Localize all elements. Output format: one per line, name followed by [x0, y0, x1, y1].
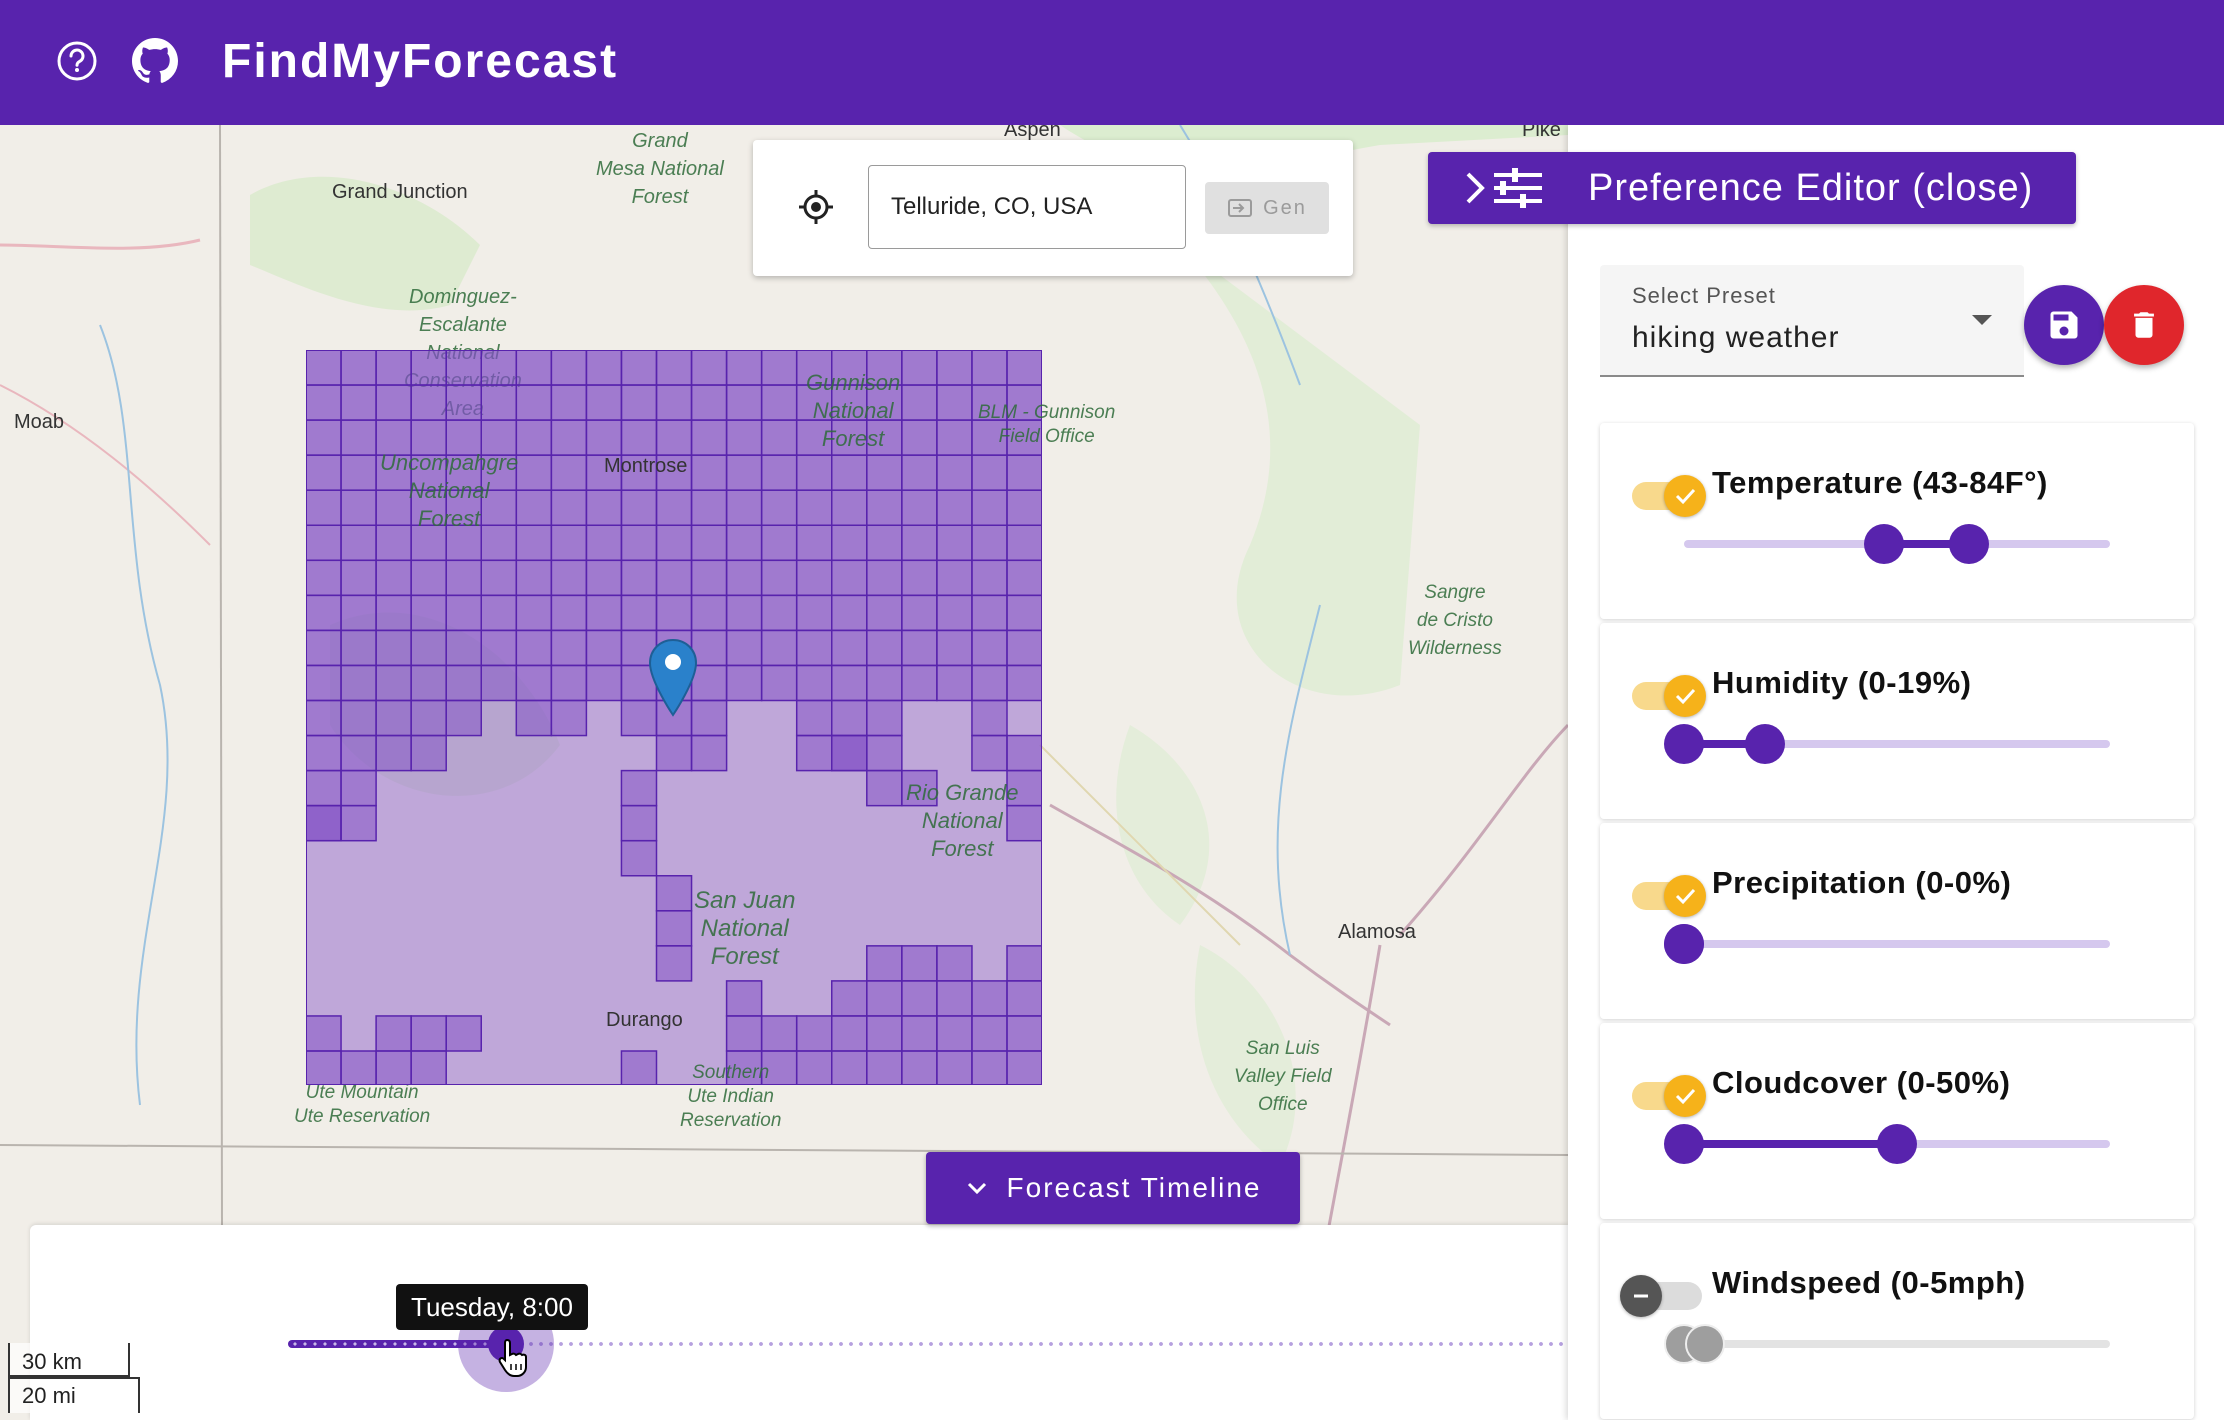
range-slider-min-thumb[interactable] [1664, 1124, 1704, 1164]
check-icon[interactable] [1664, 875, 1706, 917]
range-slider-max-thumb[interactable] [1949, 524, 1990, 564]
preference-editor-label: Preference Editor (close) [1588, 167, 2034, 209]
chevron-down-icon [967, 1182, 986, 1195]
area-grand-mesa: Grand Mesa National Forest [596, 130, 724, 208]
scale-mi: 20 mi [8, 1377, 140, 1413]
preference-label: Cloudcover (0-50%) [1712, 1065, 2011, 1100]
preference-label: Windspeed (0-5mph) [1712, 1265, 2026, 1300]
check-icon[interactable] [1664, 675, 1706, 717]
save-preset-button[interactable] [2024, 285, 2104, 365]
app-title: FindMyForecast [222, 35, 619, 88]
forecast-timeline-panel [30, 1225, 1568, 1420]
delete-preset-button[interactable] [2104, 285, 2184, 365]
preference-card: Temperature (43-84F°) [1600, 423, 2194, 619]
area-ute-mountain: Ute Mountain Ute Reservation [294, 1082, 431, 1127]
check-icon[interactable] [1664, 1075, 1706, 1117]
trash-icon [2134, 312, 2154, 338]
crosshair-icon[interactable] [793, 184, 839, 230]
location-search-card: Gen [753, 140, 1353, 276]
save-icon [2050, 311, 2078, 339]
area-san-juan: San Juan National Forest [694, 887, 796, 970]
preference-label: Precipitation (0-0%) [1712, 865, 2012, 900]
area-rio-grande: Rio Grande National Forest [906, 780, 1019, 861]
scale-km: 30 km [8, 1343, 130, 1377]
area-san-luis: San Luis Valley Field Office [1234, 1038, 1332, 1115]
location-search-input[interactable] [868, 165, 1186, 249]
place-moab: Moab [14, 411, 65, 433]
preference-editor-toggle[interactable]: Preference Editor (close) [1428, 152, 2076, 224]
help-circle-icon[interactable] [54, 38, 100, 84]
hand-cursor-icon [498, 1338, 527, 1377]
place-grand-junction: Grand Junction [332, 181, 468, 203]
preset-select-label: Select Preset [1632, 283, 1776, 308]
area-uncompahgre: Uncompahgre National Forest [380, 450, 519, 531]
range-slider-min-thumb[interactable] [1664, 724, 1704, 764]
generate-button[interactable]: Gen [1205, 182, 1329, 234]
timeline-tooltip: Tuesday, 8:00 [396, 1284, 588, 1330]
forecast-timeline-label: Forecast Timeline [1006, 1172, 1262, 1203]
minus-icon[interactable] [1620, 1275, 1662, 1317]
preference-card: Windspeed (0-5mph) [1600, 1223, 2194, 1419]
preference-label: Humidity (0-19%) [1712, 665, 1972, 700]
area-sangre-de-cristo: Sangre de Cristo Wilderness [1408, 582, 1502, 659]
range-slider-fill [1684, 1140, 1897, 1148]
check-icon[interactable] [1664, 475, 1706, 517]
area-gunnison: Gunnison National Forest [806, 370, 901, 451]
app-bar: FindMyForecast [0, 0, 2224, 125]
range-slider-min-thumb[interactable] [1864, 524, 1905, 564]
forecast-timeline-button[interactable]: Forecast Timeline [926, 1152, 1300, 1224]
place-durango: Durango [606, 1009, 683, 1031]
place-montrose: Montrose [604, 455, 688, 477]
place-alamosa: Alamosa [1338, 921, 1416, 943]
github-icon[interactable] [132, 38, 178, 84]
preset-select-value: hiking weather [1632, 321, 1840, 354]
preference-card: Cloudcover (0-50%) [1600, 1023, 2194, 1219]
generate-icon [1228, 199, 1253, 217]
timeline-track[interactable] [506, 1341, 1568, 1347]
preset-select[interactable]: Select Preset hiking weather [1600, 265, 2024, 377]
range-slider-max-thumb[interactable] [1685, 1324, 1726, 1364]
caret-down-icon [1972, 315, 1992, 325]
range-slider-track[interactable] [1684, 940, 2110, 948]
area-southern-ute: Southern Ute Indian Reservation [680, 1062, 782, 1131]
area-blm-gunnison: BLM - Gunnison Field Office [978, 402, 1116, 447]
generate-button-label: Gen [1263, 196, 1307, 219]
tune-icon [1466, 168, 1542, 208]
preference-label: Temperature (43-84F°) [1712, 465, 2048, 500]
range-slider-max-thumb[interactable] [1664, 924, 1704, 964]
range-slider-track[interactable] [1684, 1340, 2110, 1348]
preference-card: Precipitation (0-0%) [1600, 823, 2194, 1019]
range-slider-max-thumb[interactable] [1877, 1124, 1917, 1164]
preference-card: Humidity (0-19%) [1600, 623, 2194, 819]
place-pike: Pike [1522, 125, 1561, 141]
location-marker-icon[interactable] [647, 638, 699, 718]
range-slider-max-thumb[interactable] [1744, 724, 1785, 764]
